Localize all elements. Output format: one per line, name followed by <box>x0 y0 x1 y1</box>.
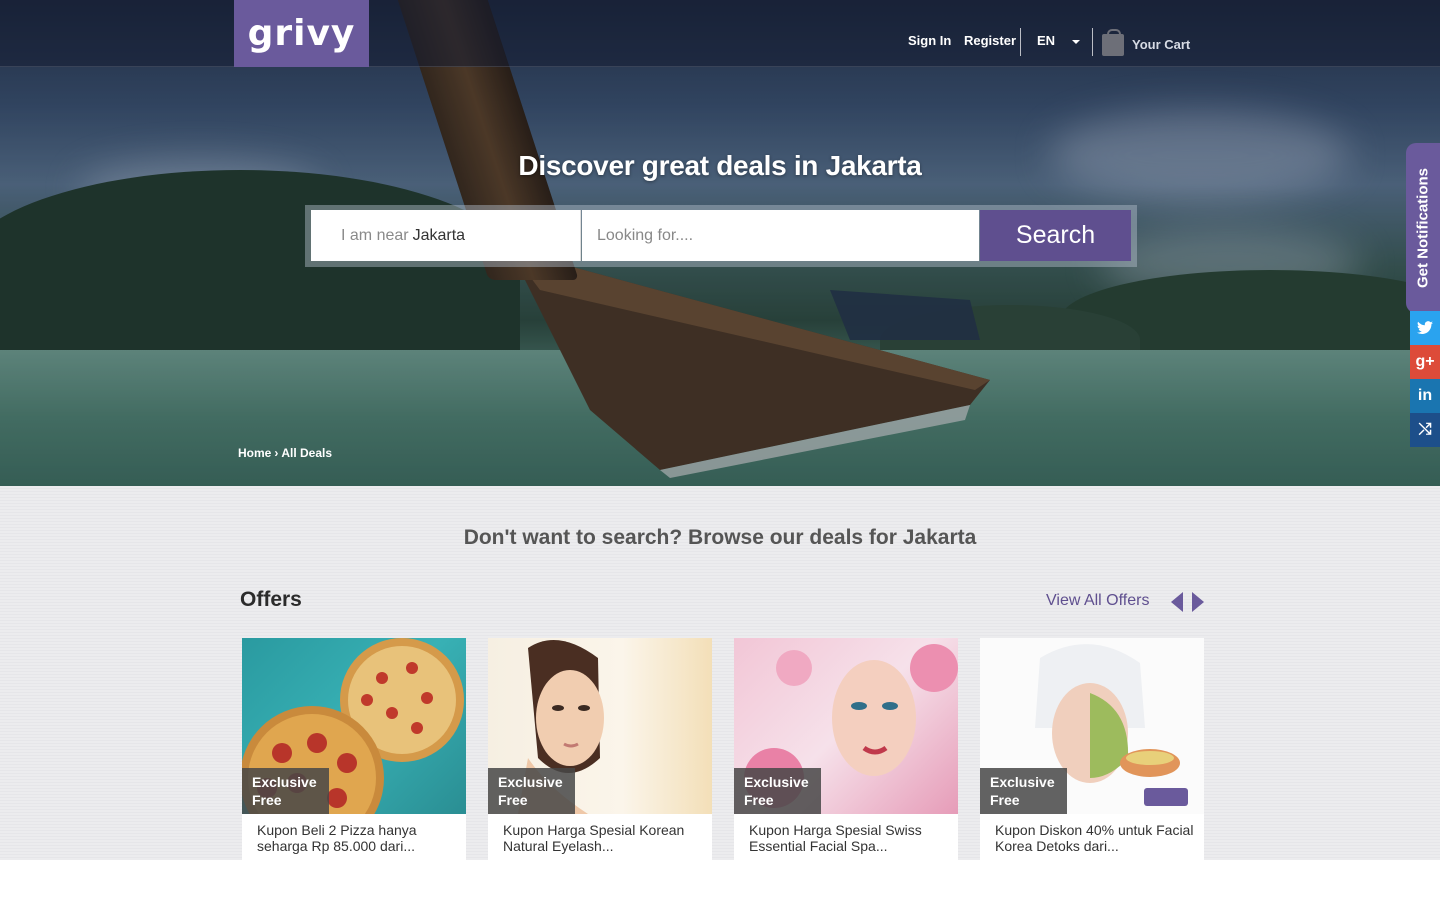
search-input[interactable] <box>582 210 979 261</box>
location-city: Jakarta <box>412 226 466 244</box>
breadcrumb-home[interactable]: Home <box>238 446 271 460</box>
offer-title: Kupon Harga Spesial Swiss Essential Faci… <box>749 822 922 854</box>
breadcrumb-all-deals[interactable]: All Deals <box>281 446 332 460</box>
exclusive-free-badge: Exclusive Free <box>242 768 329 814</box>
breadcrumb-separator: › <box>274 446 279 460</box>
carousel-prev-icon[interactable] <box>1171 592 1183 612</box>
badge-line2: Free <box>252 792 282 808</box>
offer-card[interactable]: Exclusive Free Kupon Diskon 40% untuk Fa… <box>980 638 1204 860</box>
location-prefix: I am near <box>341 226 409 244</box>
badge-line1: Exclusive <box>990 774 1055 790</box>
top-navigation: grivy Sign In Register EN Your Cart <box>0 0 1440 67</box>
page-bottom <box>0 860 1440 900</box>
badge-line2: Free <box>498 792 528 808</box>
share-glyph: ⤭ <box>1418 421 1432 438</box>
linkedin-glyph: in <box>1417 387 1433 404</box>
logo-text: grivy <box>247 13 356 54</box>
shopping-bag-icon[interactable] <box>1102 29 1124 56</box>
search-button[interactable]: Search <box>980 210 1131 261</box>
view-all-offers-link[interactable]: View All Offers <box>1046 592 1149 610</box>
register-link[interactable]: Register <box>964 33 1016 48</box>
badge-line1: Exclusive <box>252 774 317 790</box>
twitter-icon[interactable] <box>1410 311 1440 345</box>
offer-card[interactable]: Exclusive Free Kupon Harga Spesial Swiss… <box>734 638 958 860</box>
language-selector[interactable]: EN <box>1037 33 1055 48</box>
badge-line2: Free <box>744 792 774 808</box>
cart-link[interactable]: Your Cart <box>1132 37 1190 52</box>
badge-line1: Exclusive <box>498 774 563 790</box>
chevron-down-icon[interactable] <box>1072 40 1080 44</box>
google-plus-glyph: g+ <box>1415 353 1435 370</box>
exclusive-free-badge: Exclusive Free <box>488 768 575 814</box>
breadcrumb: Home › All Deals <box>238 446 332 460</box>
offers-heading: Offers <box>240 588 302 611</box>
nav-divider <box>1092 28 1093 56</box>
get-notifications-tab[interactable]: Get Notifications <box>1406 143 1440 313</box>
offer-title: Kupon Beli 2 Pizza hanya seharga Rp 85.0… <box>257 822 417 854</box>
badge-line1: Exclusive <box>744 774 809 790</box>
share-icon[interactable]: ⤭ <box>1410 413 1440 447</box>
sign-in-link[interactable]: Sign In <box>908 33 951 48</box>
notifications-label: Get Notifications <box>1414 167 1432 289</box>
offer-title: Kupon Diskon 40% untuk Facial Korea Deto… <box>995 822 1194 854</box>
page-title: Discover great deals in Jakarta <box>518 150 922 181</box>
carousel-next-icon[interactable] <box>1192 592 1204 612</box>
location-field[interactable]: I am near Jakarta <box>311 210 581 261</box>
offer-card[interactable]: Exclusive Free Kupon Beli 2 Pizza hanya … <box>242 638 466 860</box>
exclusive-free-badge: Exclusive Free <box>734 768 821 814</box>
search-bar: I am near Jakarta Search <box>305 205 1137 267</box>
google-plus-icon[interactable]: g+ <box>1410 345 1440 379</box>
grivy-logo[interactable]: grivy <box>234 0 369 67</box>
linkedin-icon[interactable]: in <box>1410 379 1440 413</box>
browse-section: Don't want to search? Browse our deals f… <box>0 486 1440 860</box>
browse-heading: Don't want to search? Browse our deals f… <box>463 526 977 549</box>
nav-divider <box>1020 28 1021 56</box>
badge-line2: Free <box>990 792 1020 808</box>
offer-card[interactable]: Exclusive Free Kupon Harga Spesial Korea… <box>488 638 712 860</box>
exclusive-free-badge: Exclusive Free <box>980 768 1067 814</box>
offer-title: Kupon Harga Spesial Korean Natural Eyela… <box>503 822 685 854</box>
